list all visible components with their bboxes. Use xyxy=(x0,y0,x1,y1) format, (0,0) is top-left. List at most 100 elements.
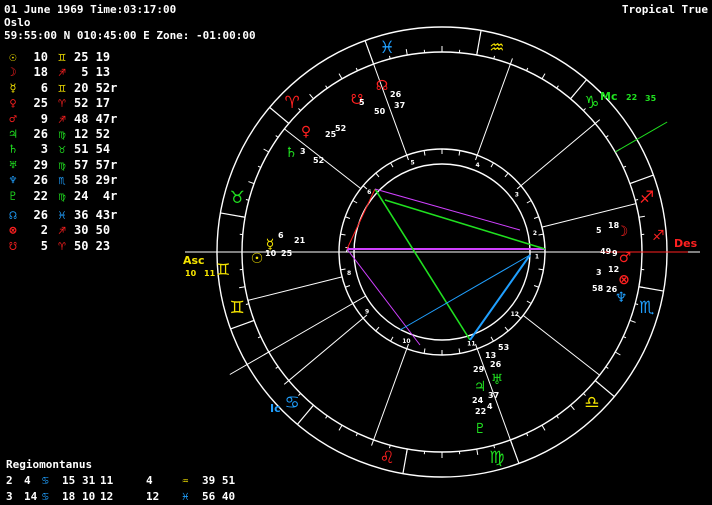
degree-tick xyxy=(557,86,559,88)
house-number: 11 xyxy=(467,340,475,347)
degree-tick xyxy=(239,287,245,288)
degree-tick xyxy=(606,367,608,369)
house-cusp-line xyxy=(289,318,363,380)
inner-tick xyxy=(527,201,531,204)
house-cusp-line xyxy=(248,277,342,300)
jupiter-wheel-icon: ♃ xyxy=(474,379,487,395)
inner-tick xyxy=(491,163,494,167)
house-number: 10 xyxy=(402,338,410,345)
degree-tick xyxy=(258,166,261,167)
degree-tick xyxy=(276,367,278,369)
planet-wheel-minutes: 37 xyxy=(488,391,499,400)
aspect-line xyxy=(400,255,530,330)
inner-tick xyxy=(534,286,539,288)
house-number: 9 xyxy=(365,308,369,315)
inner-tick xyxy=(534,217,539,219)
planet-wheel-degree: 22 xyxy=(475,407,486,416)
degree-tick xyxy=(510,58,512,64)
zodiac-sign-icon: ♊ xyxy=(230,298,245,318)
house-number: 3 xyxy=(515,192,519,199)
degree-tick xyxy=(571,405,575,410)
inner-tick xyxy=(363,186,367,189)
zodiac-sign-icon: ♐ xyxy=(639,188,654,208)
imum-coeli-label: Ic xyxy=(270,402,281,415)
chart-wheel: ♓♒♑♐♏♎♍♌♋♊♉♈765432112111098 Asc1011♊Des♐… xyxy=(0,0,712,503)
inner-tick xyxy=(539,269,544,270)
inner-tick xyxy=(424,151,425,156)
planet-wheel-minutes: 50 xyxy=(374,107,386,116)
degree-tick xyxy=(326,86,328,88)
planet-wheel-degree: 10 xyxy=(265,249,277,258)
planet-wheel-minutes: 9 xyxy=(612,249,618,258)
planet-wheel-degree: 49 xyxy=(600,247,612,256)
planet-wheel-degree: 13 xyxy=(485,351,496,360)
planet-wheel-minutes: 26 xyxy=(490,360,502,369)
inner-tick xyxy=(505,173,508,177)
planet-wheel-degree: 5 xyxy=(596,226,602,235)
planet-wheel-degree: 6 xyxy=(278,231,284,240)
zodiac-sign-icon: ♈ xyxy=(284,93,299,113)
degree-tick xyxy=(406,49,407,55)
inner-tick xyxy=(459,151,460,156)
inner-tick xyxy=(517,186,521,189)
degree-tick xyxy=(571,94,575,99)
planet-wheel-degree: 3 xyxy=(300,147,306,156)
planet-wheel-minutes: 26 xyxy=(606,285,618,294)
planet-wheel-degree: 26 xyxy=(390,90,402,99)
house-cusp-line xyxy=(523,315,599,375)
zodiac-sign-icon: ♋ xyxy=(284,393,299,413)
degree-tick xyxy=(630,320,636,322)
degree-tick xyxy=(477,49,478,55)
sagittarius-icon: ♐ xyxy=(652,228,665,244)
planet-wheel-minutes: 12 xyxy=(608,265,619,274)
ascendant-minutes: 11 xyxy=(204,269,216,278)
planet-wheel-degree: 29 xyxy=(473,365,485,374)
zodiac-sign-icon: ♌ xyxy=(380,448,395,468)
inner-tick xyxy=(491,337,494,341)
inner-tick xyxy=(376,173,379,177)
degree-tick xyxy=(356,68,357,71)
inner-tick xyxy=(505,327,508,331)
degree-tick xyxy=(477,449,478,455)
degree-tick xyxy=(248,320,254,322)
inner-tick xyxy=(341,234,346,235)
planet-wheel-degree: 5 xyxy=(359,98,365,107)
degree-tick xyxy=(623,166,626,167)
planet-wheel-minutes: 52 xyxy=(313,156,324,165)
descendant-label: Des xyxy=(674,237,698,250)
north-node-wheel-icon: ☊ xyxy=(376,78,388,94)
planet-wheel-degree: 3 xyxy=(596,268,602,277)
planet-wheel-minutes: 4 xyxy=(487,402,493,411)
inner-tick xyxy=(407,155,409,160)
degree-tick xyxy=(510,440,512,446)
degree-tick xyxy=(310,94,314,99)
inner-tick xyxy=(424,349,425,354)
pluto-wheel-icon: ♇ xyxy=(474,421,487,437)
gemini-icon: ♊ xyxy=(216,260,230,279)
planet-wheel-minutes: 21 xyxy=(294,236,306,245)
midheaven-label: Mc xyxy=(600,90,617,103)
house-number: 4 xyxy=(475,162,479,169)
inner-tick xyxy=(376,327,379,331)
degree-tick xyxy=(630,182,636,184)
degree-tick xyxy=(639,287,645,288)
house-number: 6 xyxy=(367,189,371,196)
inner-tick xyxy=(476,344,478,349)
inner-tick xyxy=(459,349,460,354)
inner-tick xyxy=(391,163,394,167)
degree-tick xyxy=(542,425,545,430)
degree-tick xyxy=(239,216,245,217)
zodiac-sign-icon: ♓ xyxy=(380,38,395,58)
planet-wheel-minutes: 52 xyxy=(335,124,346,133)
degree-tick xyxy=(527,68,528,71)
zodiac-sign-icon: ♍ xyxy=(489,448,504,468)
degree-tick xyxy=(310,405,314,410)
degree-tick xyxy=(623,337,626,338)
degree-tick xyxy=(595,120,600,124)
inner-tick xyxy=(391,337,394,341)
inner-tick xyxy=(539,234,544,235)
zodiac-sign-icon: ♎ xyxy=(584,393,599,413)
fortune-wheel-icon: ⊗ xyxy=(618,272,630,288)
degree-tick xyxy=(542,74,545,79)
inner-tick xyxy=(345,286,350,288)
